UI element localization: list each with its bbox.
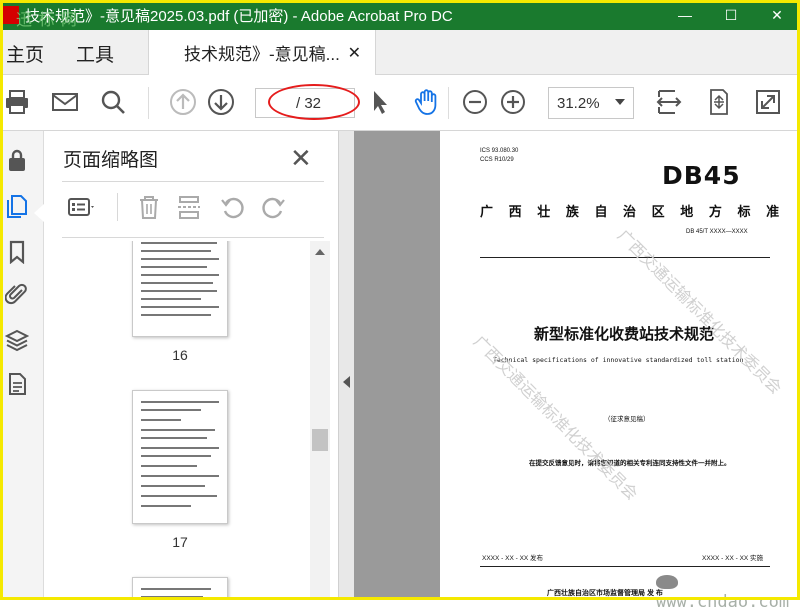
full-screen-icon[interactable] bbox=[753, 87, 783, 117]
chevron-down-icon bbox=[615, 99, 625, 105]
draft-label: （征求意见稿） bbox=[604, 416, 650, 423]
collapse-panel-icon[interactable] bbox=[343, 376, 350, 388]
tab-bar: 主页 工具 技术规范》-意见稿... ✕ bbox=[0, 30, 800, 75]
bookmark-icon[interactable] bbox=[4, 239, 30, 265]
previous-page-icon[interactable] bbox=[168, 87, 198, 117]
page-thumbnail-17[interactable] bbox=[132, 390, 228, 524]
ccs-code: CCS R10/29 bbox=[480, 157, 514, 163]
thumbnail-label: 16 bbox=[172, 347, 188, 363]
zoom-in-icon[interactable] bbox=[498, 87, 528, 117]
thumbnail-list: 16 17 bbox=[62, 241, 312, 600]
window-controls: — ☐ ✕ bbox=[662, 0, 800, 30]
site-watermark: www.cndao.com bbox=[656, 572, 800, 612]
ics-code: ICS 93.080.30 bbox=[480, 148, 519, 154]
footer-rule bbox=[480, 566, 770, 567]
tool-separator bbox=[117, 193, 118, 221]
toolbar-separator bbox=[448, 87, 449, 119]
page-thumbnail-16[interactable] bbox=[132, 241, 228, 337]
page-thumbnails-icon[interactable] bbox=[4, 193, 30, 219]
toolbar-separator bbox=[148, 87, 149, 119]
zoom-value: 31.2% bbox=[557, 94, 600, 112]
main-toolbar: / 32 31.2% bbox=[0, 75, 800, 131]
tab-tools[interactable]: 工具 bbox=[76, 40, 114, 67]
province-standard: 广 西 壮 族 自 治 区 地 方 标 准 bbox=[480, 204, 786, 219]
tab-document[interactable]: 技术规范》-意见稿... ✕ bbox=[148, 30, 376, 75]
close-tab-icon[interactable]: ✕ bbox=[348, 43, 361, 63]
email-icon[interactable] bbox=[50, 87, 80, 117]
scroll-up-icon[interactable] bbox=[315, 249, 325, 255]
title-bar: 技术规范》-意见稿2025.03.pdf (已加密) - Adobe Acrob… bbox=[0, 0, 800, 30]
fit-width-icon[interactable] bbox=[654, 87, 684, 117]
search-icon[interactable] bbox=[98, 87, 128, 117]
patent-notice: 在提交反馈意见时，请将您知道的相关专利连同支持性文件一并附上。 bbox=[529, 460, 731, 467]
page-content-icon[interactable] bbox=[4, 371, 30, 397]
issuer: 广西壮族自治区市场监督管理局 发 布 bbox=[547, 590, 663, 597]
document-view[interactable]: ICS 93.080.30 CCS R10/29 DB45 广 西 壮 族 自 … bbox=[354, 131, 800, 600]
delete-page-icon[interactable] bbox=[136, 193, 162, 221]
print-icon[interactable] bbox=[2, 87, 32, 117]
header-rule bbox=[480, 257, 770, 258]
scrollbar-thumb[interactable] bbox=[312, 429, 328, 451]
zoom-out-icon[interactable] bbox=[460, 87, 490, 117]
minimize-button[interactable]: — bbox=[662, 0, 708, 30]
panel-splitter[interactable] bbox=[338, 131, 354, 600]
panel-title: 页面缩略图 bbox=[63, 150, 159, 171]
extract-page-icon[interactable] bbox=[176, 193, 202, 221]
publish-date: XXXX - XX - XX 发布 bbox=[482, 555, 544, 562]
db-logo: DB45 bbox=[662, 161, 741, 190]
implement-date: XXXX - XX - XX 实施 bbox=[702, 555, 764, 562]
hand-tool-icon[interactable] bbox=[412, 87, 442, 117]
rotate-left-icon[interactable] bbox=[220, 193, 246, 221]
thumbnail-label: 17 bbox=[172, 534, 188, 550]
document-watermark: 广西交通运输标准化技术委员会 bbox=[613, 227, 785, 398]
lock-icon[interactable] bbox=[4, 147, 30, 173]
selected-indicator bbox=[34, 204, 44, 222]
thumbnail-scrollbar[interactable] bbox=[310, 241, 330, 600]
standard-number: DB 45/T XXXX—XXXX bbox=[686, 229, 748, 235]
window-title: 技术规范》-意见稿2025.03.pdf (已加密) - Adobe Acrob… bbox=[25, 7, 453, 25]
attachment-icon[interactable] bbox=[4, 281, 30, 307]
tab-home[interactable]: 主页 bbox=[6, 40, 44, 67]
rotate-right-icon[interactable] bbox=[260, 193, 286, 221]
red-highlight-circle bbox=[268, 84, 360, 120]
fit-page-icon[interactable] bbox=[703, 87, 733, 117]
site-watermark-text: www.cndao.com bbox=[656, 592, 790, 612]
select-tool-icon[interactable] bbox=[364, 87, 394, 117]
maximize-button[interactable]: ☐ bbox=[708, 0, 754, 30]
panel-divider bbox=[62, 237, 324, 238]
left-icon-rail bbox=[0, 131, 44, 600]
next-page-icon[interactable] bbox=[206, 87, 236, 117]
corner-watermark: 迅 标 网 bbox=[16, 12, 78, 29]
thumbnail-panel: 页面缩略图 ✕ 16 17 bbox=[44, 131, 338, 600]
thumbnail-options-icon[interactable] bbox=[64, 193, 96, 221]
document-page: ICS 93.080.30 CCS R10/29 DB45 广 西 壮 族 自 … bbox=[440, 131, 800, 600]
zoom-level-select[interactable]: 31.2% bbox=[548, 87, 634, 119]
close-window-button[interactable]: ✕ bbox=[754, 0, 800, 30]
panel-divider bbox=[62, 181, 324, 182]
layers-icon[interactable] bbox=[4, 327, 30, 353]
page-thumbnail-18[interactable] bbox=[132, 577, 228, 600]
cat-logo-icon bbox=[656, 575, 678, 589]
title-cn: 新型标准化收费站技术规范 bbox=[534, 326, 715, 343]
tab-document-label: 技术规范》-意见稿... bbox=[184, 45, 340, 64]
title-en: Technical specifications of innovative s… bbox=[493, 356, 744, 364]
close-panel-icon[interactable]: ✕ bbox=[290, 143, 312, 174]
